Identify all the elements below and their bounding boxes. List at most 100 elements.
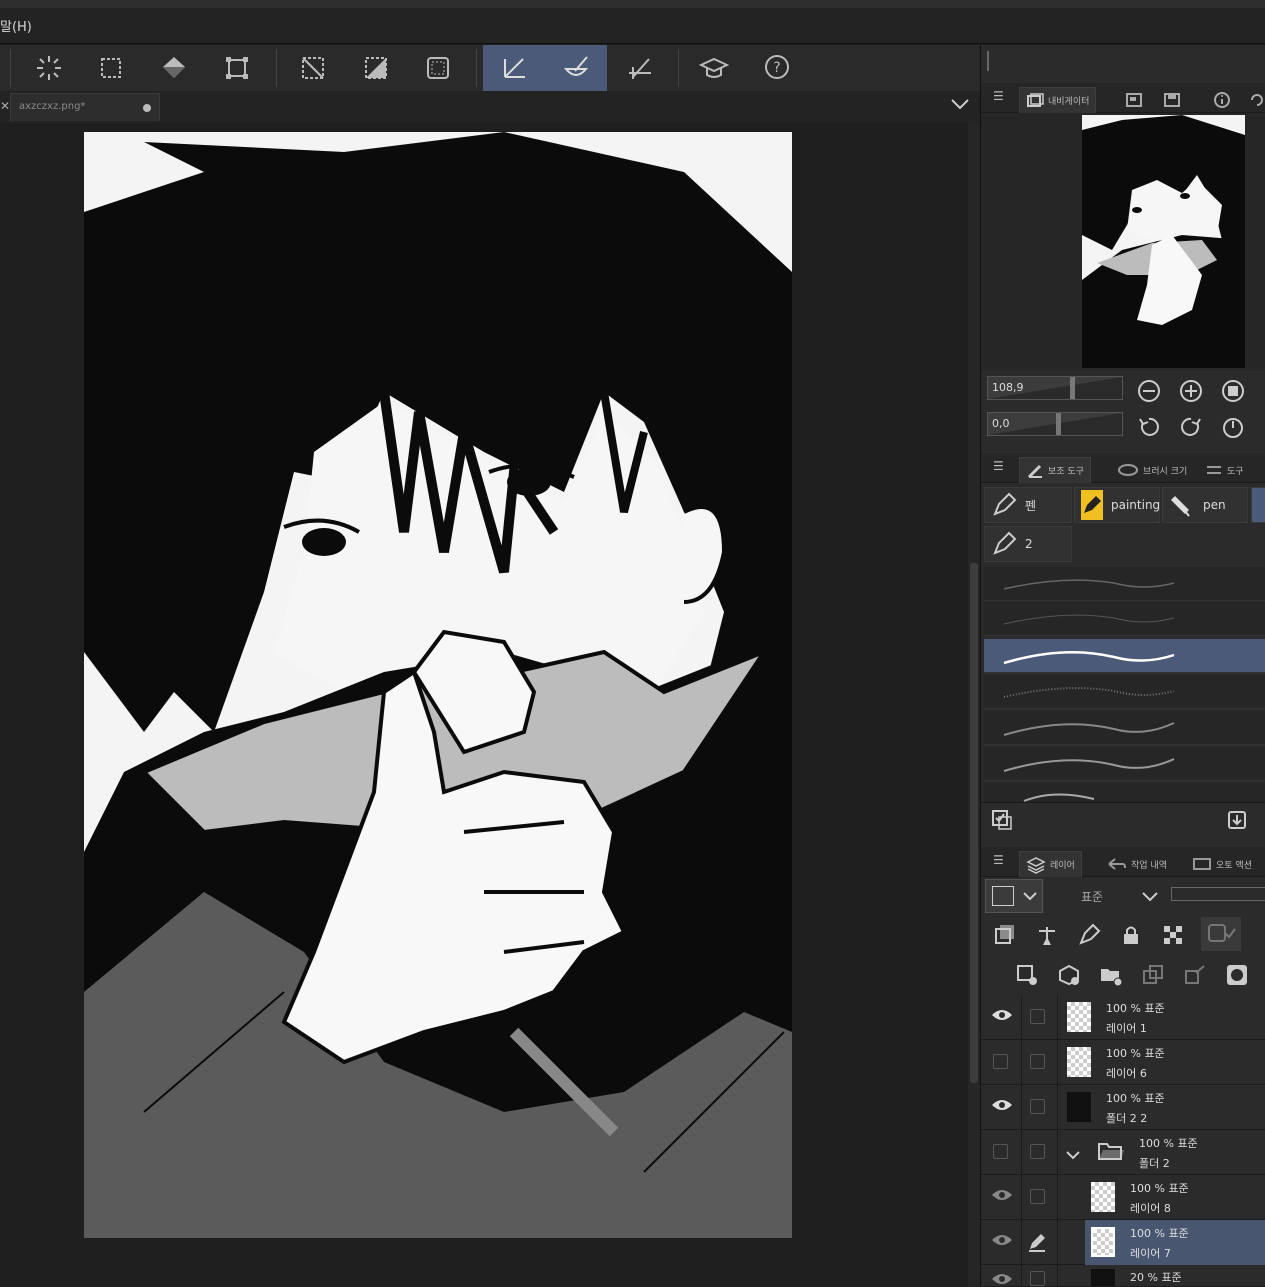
visibility-box[interactable] bbox=[993, 1144, 1008, 1159]
ruler-snap-icon[interactable] bbox=[609, 45, 671, 91]
zoom-slider[interactable]: 108,9 bbox=[987, 376, 1123, 400]
visibility-eye-icon[interactable] bbox=[991, 1271, 1013, 1286]
selection-frame-icon[interactable] bbox=[407, 45, 469, 91]
select-all-icon[interactable] bbox=[18, 45, 80, 91]
brush-bowl-icon[interactable] bbox=[545, 45, 607, 91]
new-vector-layer-icon[interactable] bbox=[1057, 963, 1081, 991]
visibility-eye-icon[interactable] bbox=[991, 1232, 1013, 1252]
subtool-painting[interactable]: painting bbox=[1074, 487, 1160, 523]
tab-navigator[interactable]: 내비게이터 bbox=[1019, 87, 1097, 113]
subtool-settings-icon[interactable] bbox=[991, 809, 1013, 835]
rotation-slider[interactable]: 0,0 bbox=[987, 412, 1123, 436]
lock-transparency-icon[interactable] bbox=[1161, 923, 1185, 951]
tab-info[interactable] bbox=[1207, 87, 1237, 113]
learn-icon[interactable] bbox=[683, 45, 745, 91]
help-icon[interactable]: ? bbox=[746, 45, 808, 91]
tab-subtool[interactable]: 보조 도구 bbox=[1019, 457, 1091, 483]
chevron-down-icon[interactable] bbox=[1141, 888, 1159, 907]
menu-icon[interactable]: ☰ bbox=[993, 853, 1004, 867]
download-icon[interactable] bbox=[1226, 809, 1248, 835]
tab-history[interactable]: 작업 내역 bbox=[1099, 851, 1173, 877]
brush-preset[interactable] bbox=[984, 783, 1265, 803]
artwork-canvas[interactable] bbox=[84, 132, 792, 1238]
layer-checkbox[interactable] bbox=[1030, 1144, 1045, 1159]
panel-grip[interactable] bbox=[987, 51, 989, 71]
fill-bucket-icon[interactable] bbox=[143, 45, 205, 91]
subtool-selected-partial[interactable] bbox=[1251, 487, 1265, 523]
tab-layer[interactable]: 레이어 bbox=[1019, 851, 1082, 877]
subtool-pen[interactable]: 펜 bbox=[984, 487, 1072, 523]
visibility-eye-icon[interactable] bbox=[991, 1097, 1013, 1117]
zoom-in-icon[interactable] bbox=[1178, 378, 1204, 404]
layer-checkbox[interactable] bbox=[1030, 1054, 1045, 1069]
rotate-right-icon[interactable] bbox=[1178, 414, 1204, 440]
reset-rotation-icon[interactable] bbox=[1220, 414, 1246, 440]
brush-preset[interactable] bbox=[984, 567, 1265, 601]
merge-down-icon[interactable] bbox=[1141, 963, 1165, 991]
tab-more[interactable] bbox=[1243, 87, 1265, 113]
layer-checkbox[interactable] bbox=[1030, 1009, 1045, 1024]
tab-subview[interactable] bbox=[1119, 87, 1149, 113]
vertical-scrollbar[interactable] bbox=[968, 123, 980, 1287]
new-raster-layer-icon[interactable] bbox=[1015, 963, 1039, 991]
menu-icon[interactable]: ☰ bbox=[993, 459, 1004, 473]
opacity-slider[interactable] bbox=[1171, 887, 1265, 901]
subtool-tab-bar: ☰ 보조 도구 브러시 크기 도구 bbox=[981, 453, 1265, 483]
layer-row[interactable]: 100 % 표준 레이어 1 bbox=[981, 995, 1265, 1040]
zoom-slider-knob[interactable] bbox=[1070, 377, 1075, 399]
layer-checkbox[interactable] bbox=[1030, 1271, 1045, 1286]
deselect-icon[interactable] bbox=[282, 45, 344, 91]
pen-ruler-icon[interactable] bbox=[483, 45, 545, 91]
brush-preset[interactable] bbox=[984, 675, 1265, 709]
menu-icon[interactable]: ☰ bbox=[993, 89, 1004, 103]
visibility-eye-icon[interactable] bbox=[991, 1007, 1013, 1027]
rotation-slider-knob[interactable] bbox=[1056, 413, 1061, 435]
visibility-box[interactable] bbox=[993, 1054, 1008, 1069]
layer-thumbnail bbox=[1091, 1182, 1115, 1212]
tab-navigator-label: 내비게이터 bbox=[1048, 97, 1090, 107]
tab-auto-action[interactable]: 오토 액션 bbox=[1186, 851, 1258, 877]
invert-selection-icon[interactable] bbox=[345, 45, 407, 91]
menu-help[interactable]: 말(H) bbox=[0, 16, 32, 35]
new-folder-icon[interactable] bbox=[1099, 963, 1123, 991]
tab-layer-label: 레이어 bbox=[1050, 861, 1075, 871]
layer-row[interactable]: 100 % 표준 레이어 8 bbox=[981, 1175, 1265, 1220]
brush-preset[interactable] bbox=[984, 747, 1265, 781]
zoom-out-icon[interactable] bbox=[1136, 378, 1162, 404]
merge-layers-icon[interactable] bbox=[1183, 963, 1207, 991]
mask-toggle-icon[interactable] bbox=[1201, 917, 1241, 951]
lock-icon[interactable] bbox=[1119, 923, 1143, 951]
draft-layer-icon[interactable] bbox=[1077, 923, 1101, 951]
brush-preset[interactable] bbox=[984, 711, 1265, 745]
scrollbar-thumb[interactable] bbox=[970, 563, 978, 1083]
layer-row[interactable]: 20 % 표준 bbox=[981, 1265, 1265, 1287]
clip-layer-icon[interactable] bbox=[993, 923, 1017, 951]
subtool-pen-2[interactable]: pen bbox=[1162, 487, 1248, 523]
brush-preset[interactable] bbox=[984, 602, 1265, 636]
visibility-eye-icon[interactable] bbox=[991, 1187, 1013, 1207]
reference-layer-icon[interactable] bbox=[1035, 923, 1059, 951]
chevron-down-icon[interactable] bbox=[950, 95, 970, 116]
layer-checkbox[interactable] bbox=[1030, 1099, 1045, 1114]
transform-icon[interactable] bbox=[206, 45, 268, 91]
navigator-preview[interactable] bbox=[1082, 115, 1245, 368]
tab-save[interactable] bbox=[1157, 87, 1187, 113]
tab-tool-property[interactable]: 도구 bbox=[1199, 457, 1250, 483]
folder-row[interactable]: 100 % 표준 폴더 2 bbox=[981, 1130, 1265, 1175]
chevron-down-icon[interactable] bbox=[1065, 1146, 1081, 1165]
brush-preset-selected[interactable] bbox=[984, 639, 1265, 673]
document-tab[interactable]: axzczxz.png* bbox=[10, 93, 160, 121]
layer-row[interactable]: 100 % 표준 폴더 2 2 bbox=[981, 1085, 1265, 1130]
blend-mode-value[interactable]: 표준 bbox=[1081, 888, 1103, 905]
subtool-2[interactable]: 2 bbox=[984, 526, 1072, 562]
selection-border-icon[interactable] bbox=[80, 45, 142, 91]
rotate-left-icon[interactable] bbox=[1136, 414, 1162, 440]
layer-checkbox[interactable] bbox=[1030, 1189, 1045, 1204]
tab-brush-size[interactable]: 브러시 크기 bbox=[1111, 457, 1193, 483]
layer-color-dropdown[interactable] bbox=[985, 879, 1043, 913]
layer-row-selected[interactable]: 100 % 표준 레이어 7 bbox=[981, 1220, 1265, 1265]
layer-mask-icon[interactable] bbox=[1225, 963, 1249, 991]
layer-row[interactable]: 100 % 표준 레이어 6 bbox=[981, 1040, 1265, 1085]
fit-to-window-icon[interactable] bbox=[1220, 378, 1246, 404]
close-icon[interactable]: ✕ bbox=[0, 99, 10, 113]
